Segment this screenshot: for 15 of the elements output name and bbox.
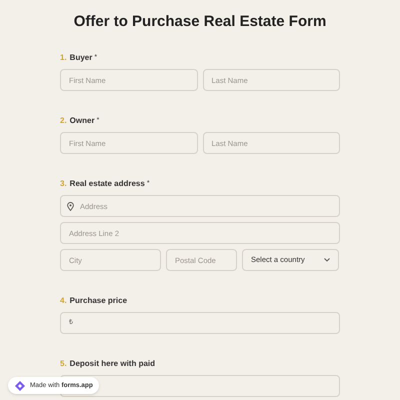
input-field[interactable]: [60, 375, 340, 397]
question-label: Real estate address: [70, 178, 145, 190]
question-number: 5.: [60, 358, 67, 370]
question-label: Purchase price: [70, 295, 128, 307]
question-label: Buyer: [70, 52, 92, 64]
question-label: Owner: [70, 115, 95, 127]
logo-icon: [14, 380, 26, 392]
question-number: 1.: [60, 52, 67, 64]
chevron-down-icon: [324, 258, 330, 262]
question-number: 2.: [60, 115, 67, 127]
location-pin-icon: [67, 202, 74, 210]
question-label: Deposit here with paid: [70, 358, 156, 370]
question-number: 3.: [60, 178, 67, 190]
form-title: Offer to Purchase Real Estate Form: [72, 14, 328, 30]
question-number: 4.: [60, 295, 67, 307]
